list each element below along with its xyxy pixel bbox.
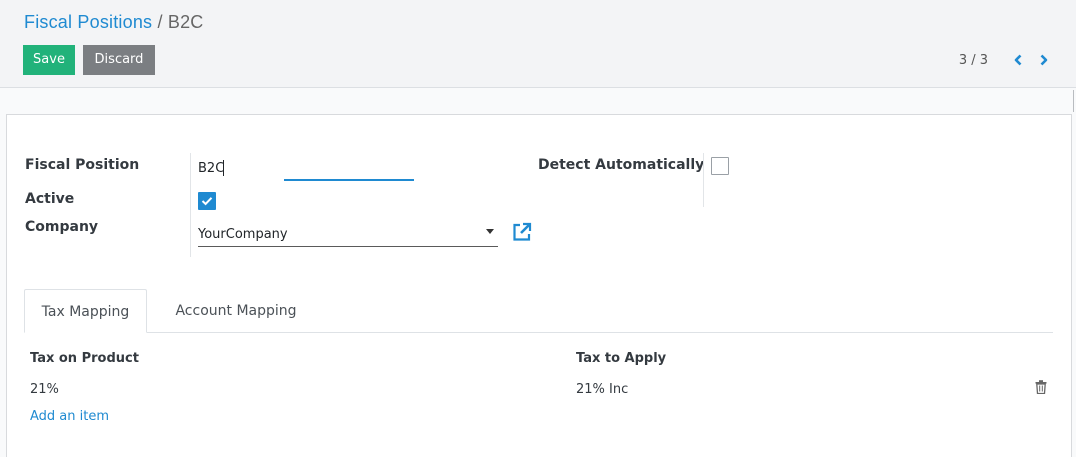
- discard-button[interactable]: Discard: [83, 45, 155, 75]
- tax-to-apply-cell: 21% Inc: [576, 382, 629, 397]
- text-caret: [223, 160, 224, 176]
- fiscal-position-label: Fiscal Position: [25, 157, 140, 173]
- company-label: Company: [25, 219, 99, 235]
- breadcrumb-separator: /: [157, 12, 163, 32]
- scrollbar[interactable]: [1072, 90, 1076, 112]
- breadcrumb-current: B2C: [167, 12, 204, 32]
- breadcrumb-parent-link[interactable]: Fiscal Positions: [24, 12, 152, 32]
- detect-automatically-checkbox[interactable]: [711, 157, 729, 175]
- fiscal-position-input[interactable]: B2C: [198, 157, 414, 183]
- column-header-tax-to-apply[interactable]: Tax to Apply: [576, 351, 666, 366]
- input-focus-underline: [284, 179, 414, 181]
- fiscal-position-value: B2C: [198, 161, 225, 176]
- tax-on-product-cell: 21%: [30, 382, 59, 397]
- breadcrumb: Fiscal Positions / B2C: [24, 11, 203, 33]
- checkmark-icon: [201, 197, 213, 206]
- active-label: Active: [25, 191, 75, 207]
- detect-automatically-label: Detect Automatically: [538, 157, 705, 173]
- control-panel: Fiscal Positions / B2C Save Discard 3 / …: [0, 0, 1076, 88]
- column-header-tax-on-product[interactable]: Tax on Product: [30, 351, 139, 366]
- tab-account-mapping[interactable]: Account Mapping: [167, 289, 305, 333]
- tab-tax-mapping[interactable]: Tax Mapping: [24, 289, 147, 333]
- active-checkbox[interactable]: [198, 192, 216, 210]
- add-item-link[interactable]: Add an item: [30, 409, 109, 424]
- chevron-right-icon: [1040, 54, 1048, 66]
- save-button[interactable]: Save: [23, 45, 75, 75]
- next-record-button[interactable]: [1034, 50, 1054, 70]
- pager-value[interactable]: 3 / 3: [959, 53, 988, 68]
- company-select[interactable]: YourCompany: [198, 219, 498, 247]
- trash-icon: [1035, 380, 1047, 395]
- pager: 3 / 3: [959, 50, 1054, 70]
- company-value: YourCompany: [198, 227, 288, 242]
- external-link-button[interactable]: [511, 221, 533, 243]
- form-sheet: Fiscal Position Active Company B2C YourC…: [6, 114, 1072, 457]
- chevron-left-icon: [1014, 54, 1022, 66]
- delete-row-button[interactable]: [1035, 380, 1047, 395]
- label-divider: [190, 153, 191, 257]
- label-divider-right: [703, 153, 704, 207]
- external-link-icon: [513, 222, 532, 241]
- previous-record-button[interactable]: [1008, 50, 1028, 70]
- caret-down-icon: [486, 229, 494, 234]
- notebook-tabs: Tax Mapping Account Mapping: [24, 289, 1053, 333]
